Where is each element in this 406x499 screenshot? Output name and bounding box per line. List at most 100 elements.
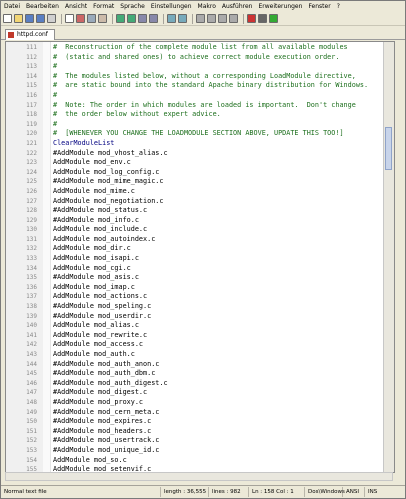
code-line[interactable]: 140 AddModule mod_alias.c [6,321,394,331]
code-line[interactable]: 146 #AddModule mod_auth_digest.c [6,379,394,389]
line-number: 143 [26,351,37,358]
code-text: #AddModule mod_asis.c [53,273,139,282]
code-line[interactable]: 138 #AddModule mod_speling.c [6,302,394,312]
code-line[interactable]: 153 #AddModule mod_unique_id.c [6,446,394,456]
new-file-icon[interactable] [3,14,12,23]
code-line[interactable]: 142 AddModule mod_access.c [6,340,394,350]
code-line[interactable]: 129 #AddModule mod_info.c [6,216,394,226]
macro-record-icon[interactable] [247,14,256,23]
code-line[interactable]: 123 AddModule mod_env.c [6,158,394,168]
print-icon[interactable] [65,14,74,23]
undo-icon[interactable] [116,14,125,23]
zoom-out-icon[interactable] [178,14,187,23]
code-line[interactable]: 119 # [6,120,394,130]
menu-item-0[interactable]: Datei [4,1,20,12]
code-lines[interactable]: 111 # Reconstruction of the complete modu… [6,43,394,472]
code-text: #AddModule mod_speling.c [53,302,152,311]
zoom-in-icon[interactable] [167,14,176,23]
code-line[interactable]: 118 # the order below without expert advi… [6,110,394,120]
tab-document[interactable]: httpd.conf [5,29,55,40]
menu-item-2[interactable]: Ansicht [65,1,87,12]
code-line[interactable]: 130 AddModule mod_include.c [6,225,394,235]
macro-stop-icon[interactable] [258,14,267,23]
save-all-icon[interactable] [36,14,45,23]
line-number: 153 [26,446,37,454]
redo-icon[interactable] [127,14,136,23]
status-length: length : 36,555 [161,487,209,497]
vertical-scrollbar[interactable] [383,42,394,472]
code-line[interactable]: 113 # [6,62,394,72]
menu-item-8[interactable]: Erweiterungen [258,1,302,12]
code-line[interactable]: 126 AddModule mod_mime.c [6,187,394,197]
code-line[interactable]: 131 AddModule mod_autoindex.c [6,235,394,245]
code-line[interactable]: 151 #AddModule mod_headers.c [6,427,394,437]
code-line[interactable]: 144 #AddModule mod_auth_anon.c [6,360,394,370]
code-line[interactable]: 111 # Reconstruction of the complete modu… [6,43,394,53]
menu-item-9[interactable]: Fenster [308,1,330,12]
macro-play-icon[interactable] [269,14,278,23]
menu-item-6[interactable]: Makro [198,1,216,12]
sync-scroll-icon[interactable] [196,14,205,23]
line-number: 139 [26,312,37,320]
code-line[interactable]: 134 AddModule mod_cgi.c [6,264,394,274]
code-text: AddModule mod_imap.c [53,282,135,291]
code-line[interactable]: 154 AddModule mod_so.c [6,456,394,466]
copy-icon[interactable] [87,14,96,23]
menu-item-5[interactable]: Einstellungen [151,1,192,12]
word-wrap-icon[interactable] [207,14,216,23]
code-text: #AddModule mod_status.c [53,206,148,215]
menu-item-7[interactable]: Ausführen [222,1,253,12]
menu-item-3[interactable]: Format [93,1,114,12]
code-line[interactable]: 128 #AddModule mod_status.c [6,206,394,216]
code-line[interactable]: 132 AddModule mod_dir.c [6,244,394,254]
horizontal-scrollbar[interactable] [5,472,393,481]
code-line[interactable]: 149 #AddModule mod_cern_meta.c [6,408,394,418]
code-line[interactable]: 116 # [6,91,394,101]
code-line[interactable]: 135 #AddModule mod_asis.c [6,273,394,283]
code-line[interactable]: 141 AddModule mod_rewrite.c [6,331,394,341]
indent-guide-icon[interactable] [229,14,238,23]
show-all-chars-icon[interactable] [218,14,227,23]
line-number: 130 [26,226,37,234]
code-line[interactable]: 117 # Note: The order in which modules ar… [6,101,394,111]
code-text: #AddModule mod_info.c [53,215,139,224]
code-line[interactable]: 122 #AddModule mod_vhost_alias.c [6,149,394,159]
code-line[interactable]: 127 AddModule mod_negotiation.c [6,197,394,207]
cut-icon[interactable] [76,14,85,23]
code-line[interactable]: 114 # The modules listed below, without a… [6,72,394,82]
code-line[interactable]: 112 # (static and shared ones) to achieve… [6,53,394,63]
code-line[interactable]: 150 #AddModule mod_expires.c [6,417,394,427]
code-line[interactable]: 124 AddModule mod_log_config.c [6,168,394,178]
find-icon[interactable] [138,14,147,23]
code-line[interactable]: 145 #AddModule mod_auth_dbm.c [6,369,394,379]
code-line[interactable]: 137 AddModule mod_actions.c [6,292,394,302]
menu-item-1[interactable]: Bearbeiten [26,1,59,12]
replace-icon[interactable] [149,14,158,23]
menu-item-4[interactable]: Sprache [120,1,145,12]
code-line[interactable]: 148 #AddModule mod_proxy.c [6,398,394,408]
code-line[interactable]: 143 AddModule mod_auth.c [6,350,394,360]
code-text: AddModule mod_actions.c [53,292,148,301]
code-text: #AddModule mod_auth_anon.c [53,359,160,368]
code-text: #AddModule mod_mime_magic.c [53,177,164,186]
code-line[interactable]: 115 # are static bound into the standard … [6,81,394,91]
code-line[interactable]: 121 ClearModuleList [6,139,394,149]
toolbar-separator [61,13,62,24]
code-line[interactable]: 125 #AddModule mod_mime_magic.c [6,177,394,187]
code-line[interactable]: 136 AddModule mod_imap.c [6,283,394,293]
code-line[interactable]: 147 #AddModule mod_digest.c [6,388,394,398]
code-line[interactable]: 120 # [WHENEVER YOU CHANGE THE LOADMODULE… [6,129,394,139]
code-line[interactable]: 133 AddModule mod_isapi.c [6,254,394,264]
editor-area[interactable]: 111 # Reconstruction of the complete modu… [5,41,395,473]
code-text: #AddModule mod_vhost_alias.c [53,148,168,157]
save-icon[interactable] [25,14,34,23]
open-folder-icon[interactable] [14,14,23,23]
code-line[interactable]: 152 #AddModule mod_usertrack.c [6,436,394,446]
code-text: #AddModule mod_auth_digest.c [53,378,168,387]
line-number: 117 [26,101,37,109]
close-icon[interactable] [47,14,56,23]
paste-icon[interactable] [98,14,107,23]
scrollbar-thumb[interactable] [385,127,392,171]
code-line[interactable]: 139 #AddModule mod_userdir.c [6,312,394,322]
menu-item-10[interactable]: ? [337,1,340,12]
